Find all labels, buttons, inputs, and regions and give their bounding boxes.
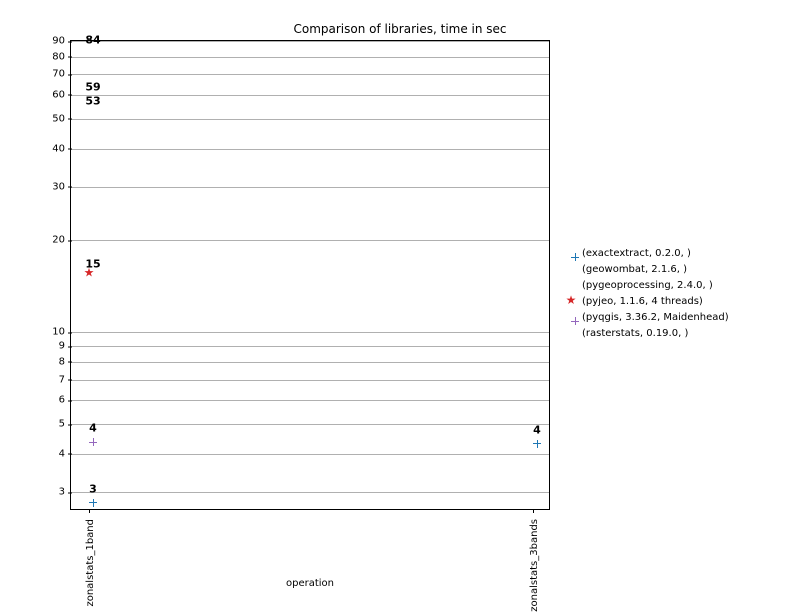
y-tick-label: 60: [52, 89, 71, 100]
legend-item: (rasterstats, 0.19.0, ): [560, 325, 729, 341]
x-tick-mark: [533, 509, 534, 513]
y-tick-label: 80: [52, 51, 71, 62]
gridline: [71, 492, 549, 493]
legend-marker: ★: [560, 296, 582, 307]
gridline: [71, 187, 549, 188]
legend-item: (geowombat, 2.1.6, ): [560, 261, 729, 277]
data-label: 3: [89, 482, 97, 495]
gridline: [71, 346, 549, 347]
legend-label: (pyjeo, 1.1.6, 4 threads): [582, 296, 703, 307]
y-tick-label: 5: [59, 419, 71, 430]
y-tick-label: 20: [52, 235, 71, 246]
legend: (exactextract, 0.2.0, ) (geowombat, 2.1.6…: [560, 245, 729, 341]
data-label: 59: [85, 80, 100, 93]
legend-item: ★(pyjeo, 1.1.6, 4 threads): [560, 293, 729, 309]
legend-label: (pygeoprocessing, 2.4.0, ): [582, 280, 713, 291]
legend-label: (rasterstats, 0.19.0, ): [582, 328, 688, 339]
figure: { "chart_data": { "type": "scatter", "ti…: [0, 0, 800, 600]
gridline: [71, 380, 549, 381]
y-tick-label: 9: [59, 341, 71, 352]
data-label: 15: [85, 258, 100, 271]
gridline: [71, 362, 549, 363]
y-tick-label: 6: [59, 395, 71, 406]
data-label: 84: [85, 34, 100, 47]
gridline: [71, 57, 549, 58]
y-tick-label: 40: [52, 143, 71, 154]
gridline: [71, 74, 549, 75]
axes-area: 3456789102030405060708090zonalstats_1ban…: [70, 40, 550, 510]
y-tick-label: 90: [52, 36, 71, 47]
y-tick-label: 10: [52, 327, 71, 338]
gridline: [71, 400, 549, 401]
legend-label: (geowombat, 2.1.6, ): [582, 264, 687, 275]
legend-label: (exactextract, 0.2.0, ): [582, 248, 691, 259]
x-tick-label: zonalstats_3bands: [529, 519, 540, 612]
y-tick-label: 4: [59, 448, 71, 459]
gridline: [71, 149, 549, 150]
y-tick-label: 7: [59, 374, 71, 385]
y-tick-label: 30: [52, 181, 71, 192]
x-tick-mark: [89, 509, 90, 513]
gridline: [71, 454, 549, 455]
gridline: [71, 424, 549, 425]
gridline: [71, 332, 549, 333]
data-label: 4: [533, 423, 541, 436]
data-label: 53: [85, 95, 100, 108]
x-axis-label: operation: [70, 578, 550, 589]
y-tick-label: 70: [52, 69, 71, 80]
gridline: [71, 119, 549, 120]
gridline: [71, 41, 549, 42]
x-tick-label: zonalstats_1band: [85, 519, 96, 607]
y-tick-label: 50: [52, 113, 71, 124]
chart-title: Comparison of libraries, time in sec: [0, 22, 800, 36]
y-tick-label: 3: [59, 487, 71, 498]
gridline: [71, 240, 549, 241]
gridline: [71, 95, 549, 96]
legend-item: (exactextract, 0.2.0, ): [560, 245, 729, 261]
legend-label: (pyqgis, 3.36.2, Maidenhead): [582, 312, 729, 323]
y-tick-label: 8: [59, 356, 71, 367]
legend-item: (pygeoprocessing, 2.4.0, ): [560, 277, 729, 293]
data-label: 4: [89, 422, 97, 435]
legend-item: (pyqgis, 3.36.2, Maidenhead): [560, 309, 729, 325]
